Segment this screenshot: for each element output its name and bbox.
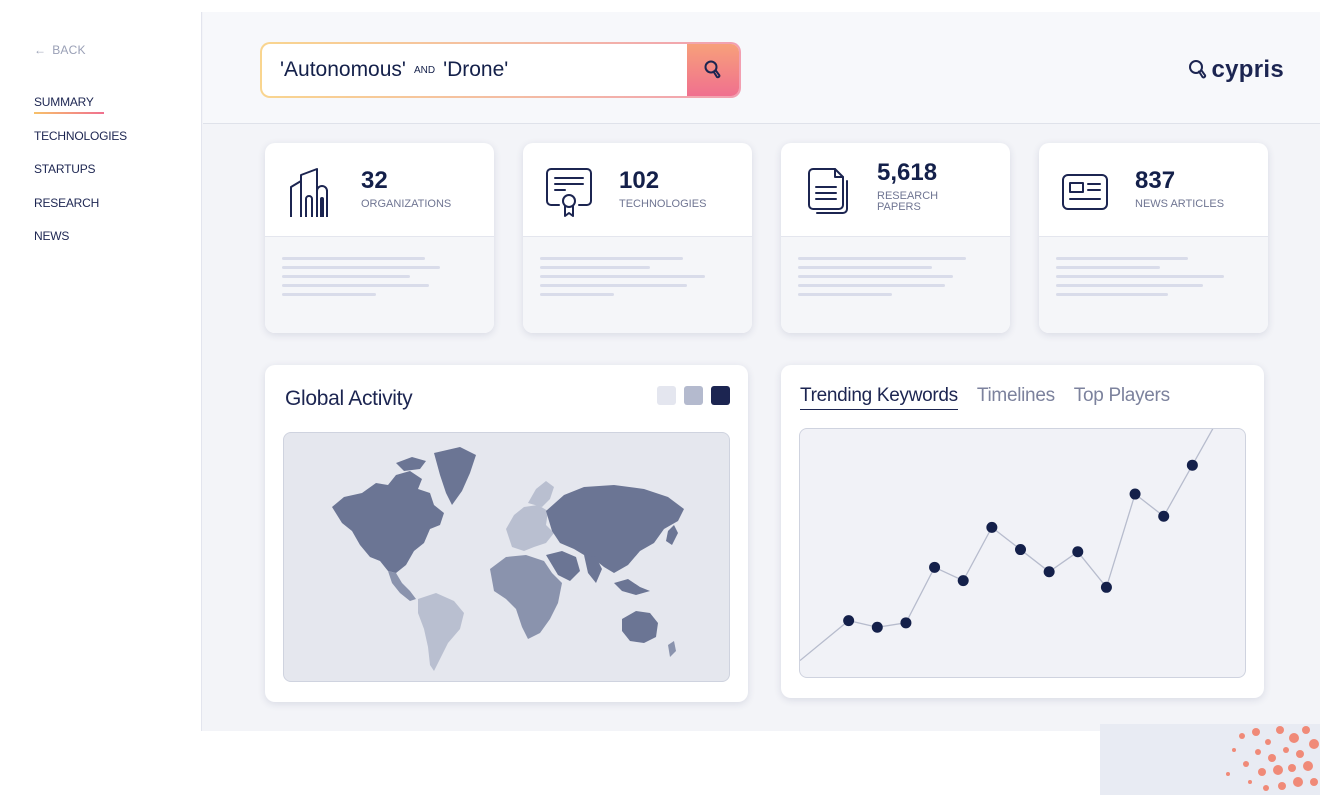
tab-timelines[interactable]: Timelines [977,385,1055,410]
stat-card-technologies[interactable]: 102 TECHNOLOGIES [523,143,752,333]
trend-point[interactable] [1129,488,1141,500]
map-region-southeast-asia[interactable] [614,579,650,595]
card-placeholder-lines [781,237,1010,333]
tab-trending-keywords[interactable]: Trending Keywords [800,385,958,410]
stat-card-organizations[interactable]: 32 ORGANIZATIONS [265,143,494,333]
map-region-arctic-islands[interactable] [396,457,426,471]
trend-point[interactable] [1043,566,1055,578]
search-icon [1189,60,1207,79]
stat-label: RESEARCH PAPERS [877,191,997,213]
stat-label: NEWS ARTICLES [1135,198,1225,210]
stat-value: 102 [619,167,660,194]
card-placeholder-lines [1039,237,1268,333]
back-label: BACK [52,43,86,57]
app-window: ← BACK SUMMARY TECHNOLOGIES STARTUPS RESE… [10,12,1320,731]
trend-point[interactable] [1072,546,1084,558]
panel-title: Global Activity [285,387,413,410]
legend-swatch-high[interactable] [711,386,730,405]
trend-point[interactable] [1015,544,1026,556]
cypris-logo: cypris [1187,56,1284,84]
search-icon [704,60,721,79]
card-placeholder-lines [523,237,752,333]
search-button[interactable] [687,44,739,96]
trend-point[interactable] [843,615,855,627]
back-button[interactable]: ← BACK [34,43,86,57]
sidebar: ← BACK SUMMARY TECHNOLOGIES STARTUPS RESE… [10,12,202,731]
search-bar[interactable]: 'Autonomous' AND 'Drone' [260,42,741,98]
sidebar-item-startups[interactable]: STARTUPS [34,162,96,176]
stat-card-news-articles[interactable]: 837 NEWS ARTICLES [1039,143,1268,333]
map-region-new-zealand[interactable] [668,641,676,657]
trends-panel: Trending Keywords Timelines Top Players [781,365,1264,698]
map-region-north-america[interactable] [332,471,444,573]
map-region-australia[interactable] [622,611,658,643]
newspaper-icon [1062,174,1108,210]
sidebar-item-summary[interactable]: SUMMARY [34,95,104,114]
arrow-left-icon: ← [34,43,47,57]
buildings-icon [290,168,328,217]
stat-value: 32 [361,167,388,194]
sidebar-item-news[interactable]: NEWS [34,229,69,243]
trend-point[interactable] [1100,581,1112,593]
trend-point[interactable] [1158,510,1170,522]
global-activity-panel: Global Activity [265,365,748,702]
sidebar-item-technologies[interactable]: TECHNOLOGIES [34,129,127,143]
world-map[interactable] [283,432,730,682]
sidebar-item-research[interactable]: RESEARCH [34,196,99,210]
map-region-greenland[interactable] [434,447,476,505]
legend-swatch-medium[interactable] [684,386,703,405]
map-region-africa[interactable] [490,555,562,639]
trend-point[interactable] [957,575,969,587]
stat-value: 5,618 [877,159,938,186]
logo-text: cypris [1211,56,1284,83]
certificate-icon [546,168,592,217]
trend-point[interactable] [929,561,941,573]
document-icon [808,168,848,214]
search-term-1: 'Autonomous' [280,58,406,81]
card-placeholder-lines [265,237,494,333]
stat-value: 837 [1135,167,1176,194]
stat-label-line: PAPERS [877,201,921,213]
tab-top-players[interactable]: Top Players [1074,385,1170,410]
keyword-trend-chart[interactable] [799,428,1246,678]
trend-point[interactable] [900,617,912,629]
map-region-scandinavia[interactable] [528,481,554,507]
trend-point[interactable] [871,621,883,633]
decorative-corner-pattern [1100,724,1320,795]
trends-tabs: Trending Keywords Timelines Top Players [800,385,1170,410]
stat-card-research-papers[interactable]: 5,618 RESEARCH PAPERS [781,143,1010,333]
search-term-2: 'Drone' [443,58,509,81]
stat-label: TECHNOLOGIES [619,198,707,210]
activity-legend [657,386,730,405]
trend-point[interactable] [1186,459,1198,471]
legend-swatch-low[interactable] [657,386,676,405]
trend-point[interactable] [986,521,998,533]
top-bar: 'Autonomous' AND 'Drone' cypris [203,12,1320,124]
search-operator: AND [413,65,436,76]
map-region-central-america[interactable] [388,571,416,601]
stat-label: ORGANIZATIONS [361,198,452,210]
map-region-south-america[interactable] [418,593,464,671]
search-input[interactable]: 'Autonomous' AND 'Drone' [262,58,687,82]
map-region-japan[interactable] [666,525,678,545]
